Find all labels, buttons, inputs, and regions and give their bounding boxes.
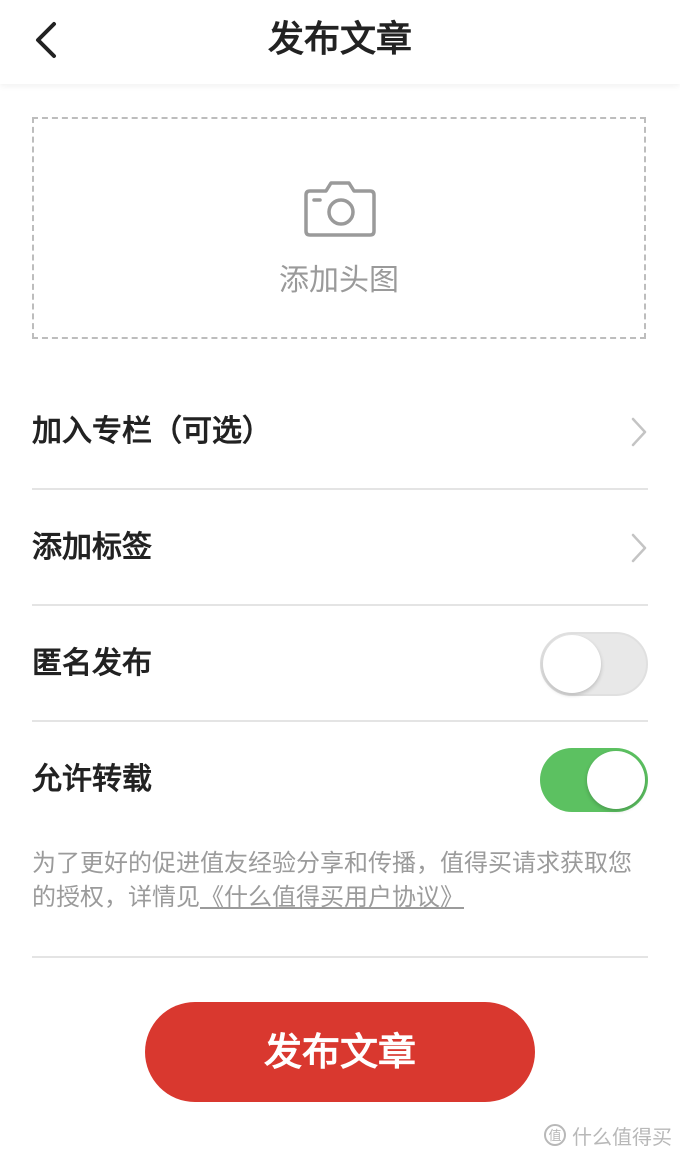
top-bar: 发布文章 — [0, 0, 680, 84]
user-agreement-link[interactable]: 《什么值得买用户协议》 — [200, 883, 464, 911]
publish-article-button[interactable]: 发布文章 — [145, 1002, 535, 1102]
publish-article-page: 发布文章 添加头图 加入专栏（可选） 添加标签 匿名发布 允许转载 为了更好的促… — [0, 0, 680, 1156]
toggle-knob — [587, 751, 645, 809]
add-cover-image-button[interactable]: 添加头图 — [32, 117, 646, 339]
add-cover-label: 添加头图 — [279, 263, 399, 298]
toggle-knob — [543, 635, 601, 693]
add-to-column-row[interactable]: 加入专栏（可选） — [32, 374, 648, 490]
allow-repost-toggle[interactable] — [540, 748, 648, 812]
add-to-column-label: 加入专栏（可选） — [32, 414, 272, 449]
add-tags-row[interactable]: 添加标签 — [32, 490, 648, 606]
anonymous-publish-label: 匿名发布 — [32, 646, 152, 681]
chevron-right-icon — [631, 533, 647, 563]
add-tags-label: 添加标签 — [32, 530, 152, 565]
chevron-right-icon — [631, 417, 647, 447]
allow-repost-row: 允许转载 — [32, 722, 648, 838]
watermark: 值 什么值得买 — [544, 1120, 672, 1150]
svg-text:值: 值 — [548, 1128, 561, 1144]
allow-repost-label: 允许转载 — [32, 762, 152, 797]
page-title: 发布文章 — [267, 19, 412, 60]
divider — [32, 956, 648, 958]
camera-icon — [304, 181, 376, 237]
authorization-notice: 为了更好的促进值友经验分享和传播，值得买请求获取您的授权，详情见《什么值得买用户… — [32, 846, 648, 914]
watermark-text: 什么值得买 — [572, 1124, 672, 1149]
smzdm-logo-icon: 值 — [544, 1124, 566, 1146]
anonymous-publish-row: 匿名发布 — [32, 606, 648, 722]
anonymous-publish-toggle[interactable] — [540, 632, 648, 696]
